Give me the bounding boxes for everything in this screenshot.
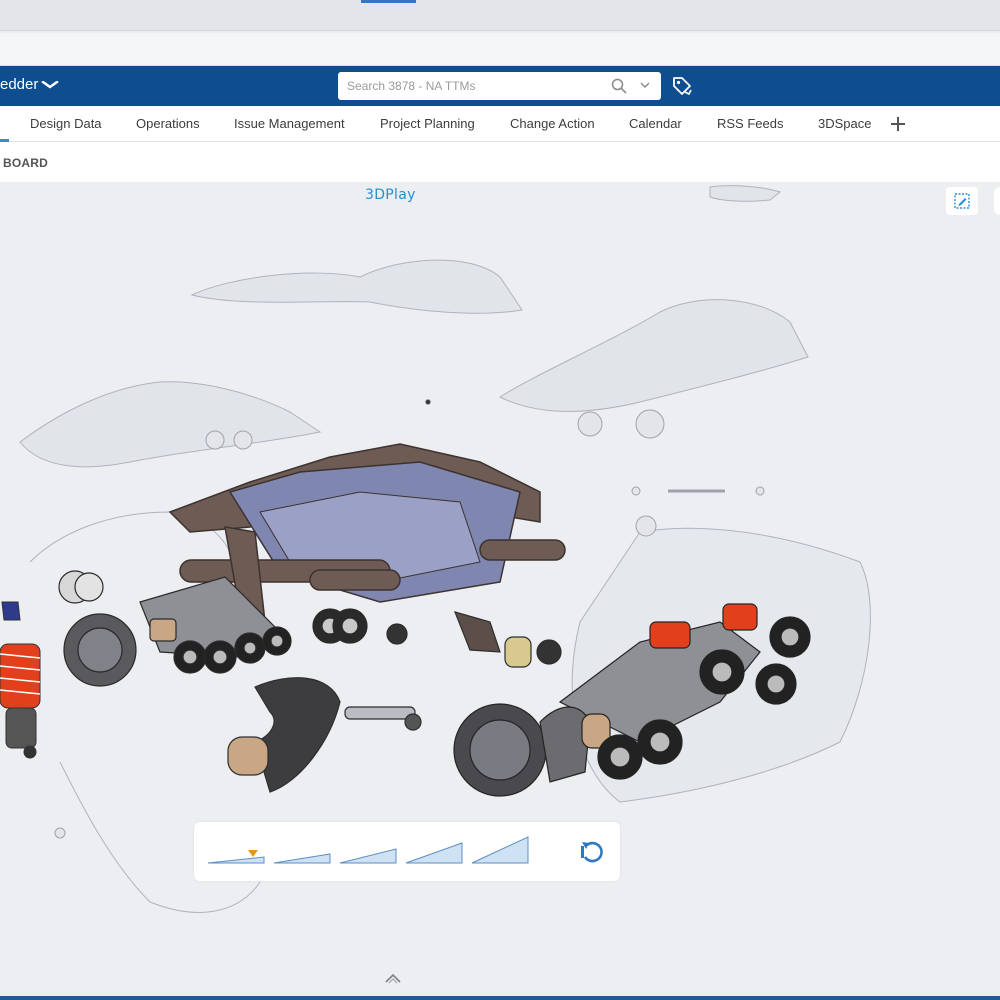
explode-slider-panel — [194, 822, 620, 881]
search-input[interactable] — [338, 79, 598, 93]
search-options-chevron-icon[interactable] — [639, 79, 651, 91]
explode-marker[interactable] — [248, 850, 258, 857]
tab-issue-management[interactable]: Issue Management — [234, 116, 345, 131]
explode-step-1[interactable] — [207, 856, 265, 864]
tab-3dspace[interactable]: 3DSpace — [818, 116, 871, 131]
viewer-side-button[interactable] — [994, 187, 1000, 215]
browser-toolbar — [0, 33, 1000, 66]
tab-operations[interactable]: Operations — [136, 116, 200, 131]
explode-slider[interactable] — [194, 822, 620, 881]
board-header: BOARD — [0, 142, 1000, 182]
edit-button[interactable] — [946, 187, 978, 215]
tab-project-planning[interactable]: Project Planning — [380, 116, 475, 131]
explode-step-2[interactable] — [273, 853, 331, 864]
search-box — [338, 72, 661, 100]
search-icon[interactable] — [611, 78, 627, 94]
reset-icon[interactable] — [578, 838, 606, 866]
tab-rss-feeds[interactable]: RSS Feeds — [717, 116, 783, 131]
browser-active-tab-indicator — [361, 0, 416, 3]
tab-bar: Design Data Operations Issue Management … — [0, 106, 1000, 142]
bottom-status-strip — [0, 996, 1000, 1000]
app-title-menu[interactable]: edder — [0, 76, 59, 93]
app-header: edder — [0, 66, 1000, 106]
tab-change-action[interactable]: Change Action — [510, 116, 595, 131]
tag-icon[interactable] — [671, 75, 693, 97]
3dplay-viewer[interactable]: 3DPlay — [0, 182, 1000, 998]
active-tab-indicator — [0, 106, 9, 142]
edit-icon — [954, 193, 970, 209]
chevron-down-icon — [41, 80, 59, 89]
plus-icon[interactable] — [889, 115, 907, 133]
shock-absorber — [0, 601, 41, 759]
explode-step-5[interactable] — [471, 836, 529, 864]
tab-design-data[interactable]: Design Data — [30, 116, 102, 131]
tab-calendar[interactable]: Calendar — [629, 116, 682, 131]
app-title-label: edder — [0, 76, 39, 93]
explode-step-3[interactable] — [339, 848, 397, 864]
chevron-up-icon[interactable] — [383, 971, 403, 985]
app-window: edder Design Data Operations Issue Manag… — [0, 0, 1000, 1000]
browser-top-bar — [0, 0, 1000, 31]
viewer-title: 3DPlay — [365, 187, 416, 203]
explode-step-4[interactable] — [405, 842, 463, 864]
board-title: BOARD — [3, 156, 48, 170]
